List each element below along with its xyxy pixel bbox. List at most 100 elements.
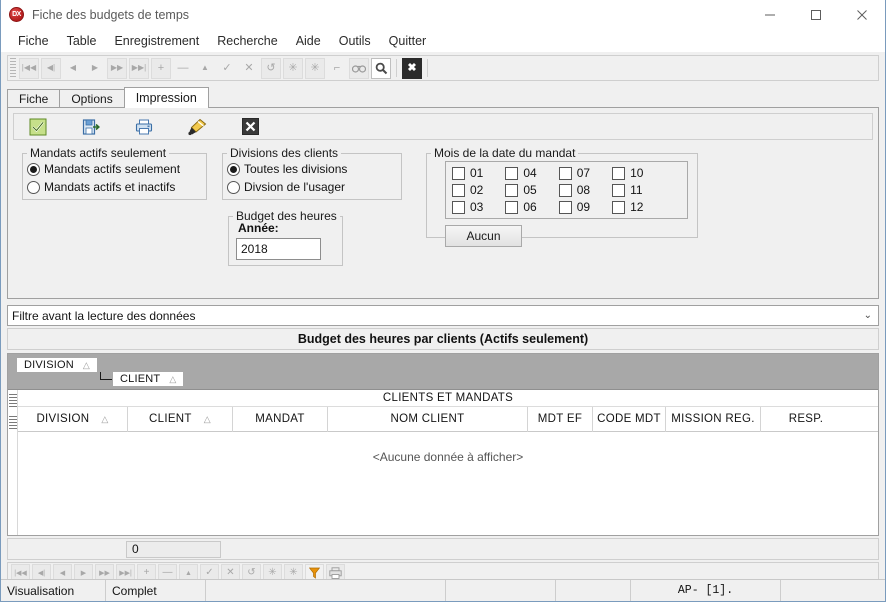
add-record-button[interactable]: +: [151, 57, 171, 79]
group-chip-client[interactable]: CLIENT △: [112, 371, 185, 387]
first-record-button[interactable]: |◀◀: [19, 57, 39, 79]
printer-icon[interactable]: [134, 117, 154, 137]
green-check-icon[interactable]: [28, 117, 48, 137]
checkbox-indicator-icon: [505, 166, 519, 180]
menu-item-aide[interactable]: Aide: [287, 32, 330, 50]
toolbar-separator: [396, 59, 397, 77]
annee-label: Année:: [238, 221, 279, 235]
checkbox-month-07[interactable]: 07: [558, 166, 590, 180]
radio-toutes-les-divisions[interactable]: Toutes les divisions: [223, 160, 401, 178]
post-edit-button[interactable]: ✓: [217, 58, 237, 79]
checkbox-indicator-icon: [505, 200, 519, 214]
title-bar: DX Fiche des budgets de temps: [1, 0, 885, 30]
chevron-down-icon[interactable]: ⌄: [864, 310, 872, 321]
find-binoculars-icon[interactable]: [349, 57, 369, 79]
paint-brush-icon[interactable]: [187, 117, 207, 137]
tab-fiche[interactable]: Fiche: [7, 89, 61, 107]
search-icon[interactable]: [371, 57, 391, 79]
checkbox-month-09[interactable]: 09: [558, 200, 591, 214]
checkbox-label: 12: [630, 200, 644, 214]
status-cell-4: [446, 579, 556, 601]
sort-asc-icon[interactable]: △: [204, 414, 211, 425]
checkbox-indicator-icon: [612, 200, 626, 214]
menu-item-quitter[interactable]: Quitter: [380, 32, 436, 50]
checkbox-indicator-icon: [452, 200, 465, 214]
checkbox-month-11[interactable]: 11: [612, 183, 643, 197]
menu-bar: Fiche Table Enregistrement Recherche Aid…: [1, 30, 885, 52]
aucun-button[interactable]: Aucun: [445, 225, 522, 247]
delete-record-button[interactable]: —: [173, 58, 193, 79]
last-record-button[interactable]: ▶▶|: [129, 57, 149, 79]
checkbox-month-08[interactable]: 08: [558, 183, 590, 197]
tab-options[interactable]: Options: [59, 89, 125, 107]
grid-columns: CLIENTS ET MANDATS DIVISION △ CLIENT △ M…: [18, 390, 878, 535]
months-checkbox-box: 01 02 03 04 05 06 07 08 09 10 11 12: [445, 161, 688, 219]
checkbox-label: 06: [523, 200, 537, 214]
band-header-clients-et-mandats: CLIENTS ET MANDATS: [18, 390, 878, 407]
column-header-client[interactable]: CLIENT △: [128, 406, 233, 432]
menu-item-recherche[interactable]: Recherche: [208, 32, 286, 50]
checkbox-month-03[interactable]: 03: [452, 200, 483, 214]
cancel-edit-button[interactable]: ✕: [239, 58, 259, 79]
group-chip-division[interactable]: DIVISION △: [16, 357, 99, 373]
edit-record-button[interactable]: ▲: [195, 58, 215, 79]
save-export-icon[interactable]: [81, 117, 101, 137]
sort-asc-icon[interactable]: △: [169, 374, 176, 385]
checkbox-month-04[interactable]: 04: [505, 166, 537, 180]
toolbar-grip-handle[interactable]: [10, 58, 16, 78]
maximize-button[interactable]: [793, 0, 839, 30]
next-record-button[interactable]: ▶: [85, 58, 105, 79]
menu-item-outils[interactable]: Outils: [330, 32, 380, 50]
column-header-resp[interactable]: RESP.: [761, 407, 851, 432]
minimize-button[interactable]: [747, 0, 793, 30]
checkbox-month-02[interactable]: 02: [452, 183, 483, 197]
prev-page-button[interactable]: ◀|: [41, 57, 61, 79]
sort-asc-icon[interactable]: △: [101, 414, 108, 425]
grid-handle-dots-icon: [8, 394, 17, 407]
refresh-button[interactable]: ↺: [261, 57, 281, 79]
main-toolbar: |◀◀ ◀| ◀ ▶ ▶▶ ▶▶| + — ▲ ✓ ✕ ↺ ✳ ✳ ⌐ ✖: [7, 55, 879, 81]
menu-item-table[interactable]: Table: [58, 32, 106, 50]
column-header-row: DIVISION △ CLIENT △ MANDAT NOM CLIENT MD…: [18, 406, 878, 432]
checkbox-month-06[interactable]: 06: [505, 200, 537, 214]
column-header-division[interactable]: DIVISION △: [18, 406, 128, 432]
close-button[interactable]: [839, 0, 885, 30]
column-header-code-mdt[interactable]: CODE MDT: [593, 406, 666, 432]
checkbox-indicator-icon: [612, 166, 626, 180]
close-form-button[interactable]: ✖: [402, 57, 422, 79]
column-header-mission-reg[interactable]: MISSION REG.: [666, 406, 761, 432]
menu-item-fiche[interactable]: Fiche: [9, 32, 58, 50]
column-header-nom-client[interactable]: NOM CLIENT: [328, 406, 528, 432]
checkbox-month-10[interactable]: 10: [612, 166, 643, 180]
checkbox-month-01[interactable]: 01: [452, 166, 483, 180]
next-page-button[interactable]: ▶▶: [107, 57, 127, 79]
radio-division-usager[interactable]: Divsion de l'usager: [223, 178, 401, 196]
column-header-mdt-ef[interactable]: MDT EF: [528, 406, 593, 432]
months-column-4: 10 11 12: [612, 166, 643, 214]
filter-combo[interactable]: Filtre avant la lecture des données ⌄: [7, 305, 879, 326]
months-column-2: 04 05 06: [505, 166, 537, 214]
group-chip-label: CLIENT: [120, 373, 161, 385]
radio-label: Toutes les divisions: [244, 162, 348, 176]
radio-mandats-actifs-seulement[interactable]: Mandats actifs seulement: [23, 160, 206, 178]
checkbox-label: 09: [576, 200, 591, 214]
checkbox-month-05[interactable]: 05: [505, 183, 537, 197]
column-header-mandat[interactable]: MANDAT: [233, 406, 328, 432]
radio-indicator-off-icon: [27, 180, 40, 194]
prev-record-button[interactable]: ◀: [63, 58, 83, 79]
annee-input[interactable]: [236, 238, 321, 260]
menu-item-enregistrement[interactable]: Enregistrement: [105, 32, 208, 50]
sort-asc-icon[interactable]: △: [83, 360, 90, 371]
checkbox-indicator-icon: [612, 183, 626, 197]
group-by-panel[interactable]: DIVISION △ CLIENT △: [8, 354, 878, 390]
filter-button[interactable]: ⌐: [327, 58, 347, 79]
clear-filter-button[interactable]: ✳: [283, 57, 303, 79]
checkbox-month-12[interactable]: 12: [612, 200, 643, 214]
clear-all-filter-button[interactable]: ✳: [305, 57, 325, 79]
radio-mandats-actifs-et-inactifs[interactable]: Mandats actifs et inactifs: [23, 178, 206, 196]
close-x-icon[interactable]: [240, 117, 260, 137]
column-label: CLIENT: [149, 413, 192, 425]
tab-impression[interactable]: Impression: [123, 87, 209, 108]
application-window: DX Fiche des budgets de temps Fiche Tabl…: [0, 0, 886, 602]
mois-mandat-group: Mois de la date du mandat 01 02 03 04 05…: [426, 146, 698, 247]
